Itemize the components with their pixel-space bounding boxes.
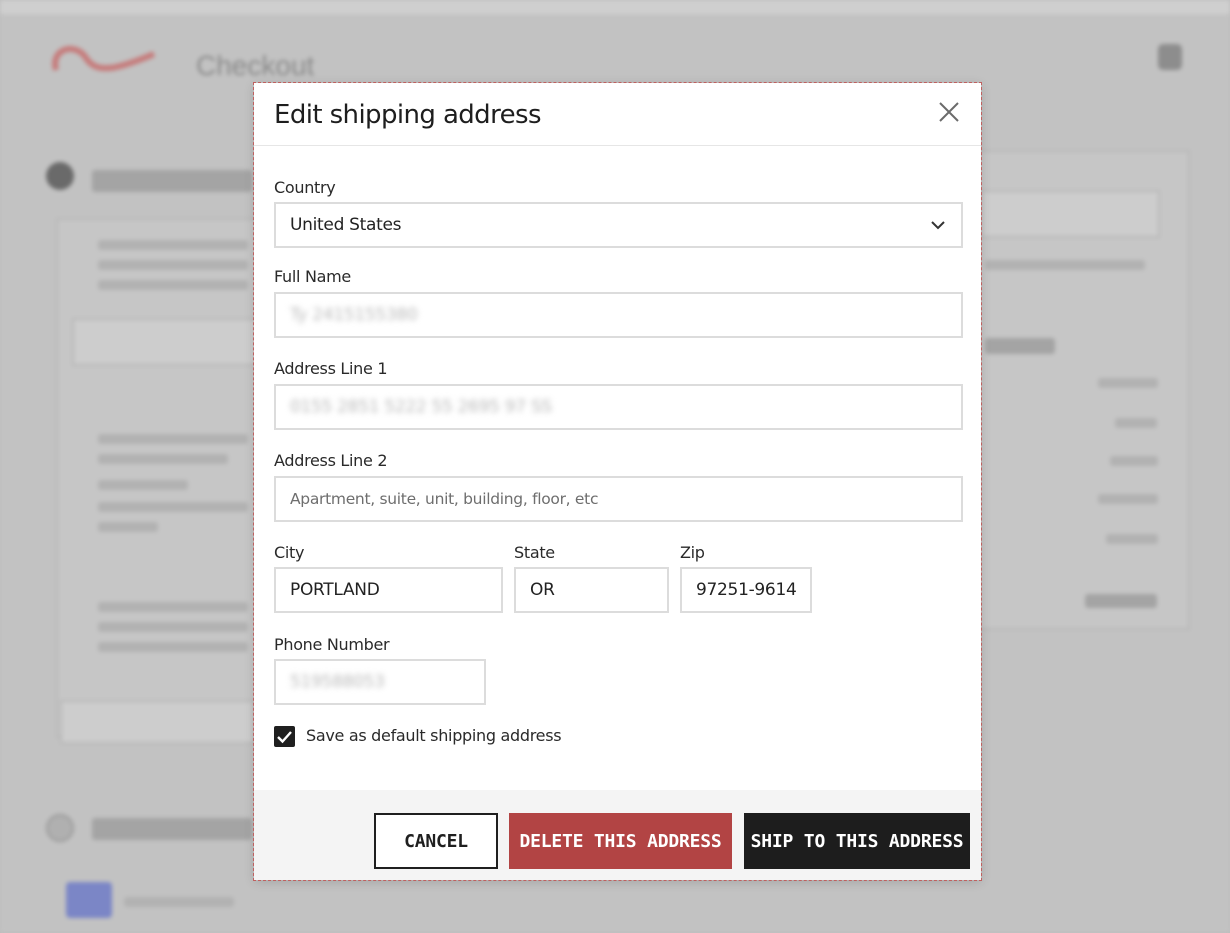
text-line [98,240,248,250]
state-value: OR [530,580,555,600]
address-line2-input[interactable]: Apartment, suite, unit, building, floor,… [274,476,963,522]
close-icon[interactable] [936,99,962,125]
default-address-checkbox[interactable] [274,726,295,747]
step-1-icon [46,162,74,190]
city-label: City [274,543,305,562]
section-title-placeholder [92,818,252,840]
text-line [1098,378,1158,388]
address-line1-value: 0155 2851 5222 55 2695 97 SS [290,397,552,417]
add-address-button [60,700,255,744]
page-title: Checkout [196,50,315,81]
text-line [1098,494,1158,504]
brand-logo [46,40,158,84]
text-line [98,280,248,290]
full-name-label: Full Name [274,267,351,286]
text-line [985,260,1145,270]
edit-shipping-address-modal: Edit shipping address Country United Sta… [253,82,982,881]
state-input[interactable]: OR [514,567,669,613]
text-line [98,480,188,490]
step-2-icon [46,814,74,842]
text-line [985,338,1055,354]
promo-input [980,190,1160,238]
zip-input[interactable]: 97251-9614 [680,567,812,613]
ship-to-address-button[interactable]: SHIP TO THIS ADDRESS [744,813,970,869]
text-line [98,522,158,532]
section-title-placeholder [92,170,252,192]
lock-icon [1158,44,1182,70]
text-line [124,897,234,907]
address-line1-label: Address Line 1 [274,359,388,378]
address-line2-placeholder: Apartment, suite, unit, building, floor,… [290,490,599,508]
city-input[interactable]: PORTLAND [274,567,503,613]
phone-value: 519588053 [290,672,385,692]
text-line [98,454,228,464]
text-line [1085,594,1157,608]
state-label: State [514,543,555,562]
text-line [1115,418,1157,428]
chevron-down-icon [931,221,945,230]
country-label: Country [274,178,336,197]
checkmark-icon [277,731,292,744]
input-placeholder [72,318,262,366]
cancel-button[interactable]: CANCEL [374,813,498,869]
modal-footer: CANCEL DELETE THIS ADDRESS SHIP TO THIS … [254,790,981,880]
default-address-label: Save as default shipping address [306,726,562,745]
browser-top-bar [0,0,1230,14]
full-name-input[interactable]: Ty 2415155380 [274,292,963,338]
text-line [1106,534,1158,544]
modal-title: Edit shipping address [274,100,541,130]
country-select[interactable]: United States [274,202,963,248]
address-line2-label: Address Line 2 [274,451,388,470]
text-line [98,622,248,632]
city-value: PORTLAND [290,580,380,600]
card-icon [66,882,112,918]
zip-label: Zip [680,543,705,562]
phone-input[interactable]: 519588053 [274,659,486,705]
text-line [98,602,248,612]
modal-header: Edit shipping address [254,83,981,146]
text-line [98,642,248,652]
phone-label: Phone Number [274,635,390,654]
text-line [1110,456,1158,466]
text-line [98,260,248,270]
delete-address-button[interactable]: DELETE THIS ADDRESS [509,813,732,869]
address-line1-input[interactable]: 0155 2851 5222 55 2695 97 SS [274,384,963,430]
shipping-address-card [56,218,266,738]
text-line [98,434,248,444]
full-name-value: Ty 2415155380 [290,305,418,325]
zip-value: 97251-9614 [696,580,797,600]
text-line [98,502,248,512]
country-value: United States [290,215,402,235]
